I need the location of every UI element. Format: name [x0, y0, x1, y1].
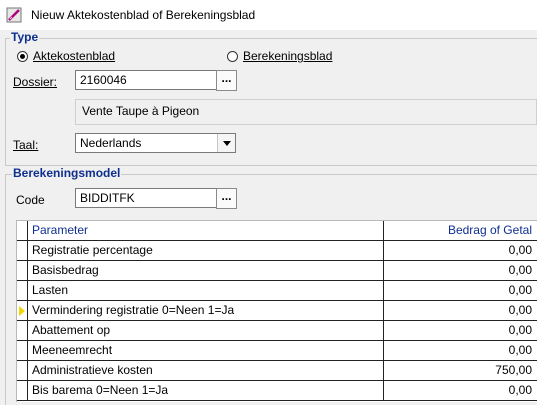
row-indicator[interactable] [17, 281, 28, 301]
app-icon [6, 7, 22, 23]
radio-unchecked-icon [227, 50, 238, 62]
radio-berekeningsblad[interactable]: Berekeningsblad [227, 49, 332, 63]
chevron-down-icon[interactable] [217, 134, 235, 152]
radio-aktekostenblad[interactable]: Aktekostenblad [17, 49, 115, 63]
type-group-title: Type [10, 30, 40, 44]
parameter-cell: Bis barema 0=Neen 1=Ja [28, 381, 384, 401]
table-row[interactable]: Bis barema 0=Neen 1=Ja 0,00 [17, 381, 537, 401]
title-bar: Nieuw Aktekostenblad of Berekeningsblad [0, 0, 537, 30]
code-input[interactable]: BIDDITFK [75, 188, 217, 208]
current-row-indicator-icon[interactable] [17, 301, 28, 321]
row-indicator[interactable] [17, 381, 28, 401]
bedrag-cell[interactable]: 0,00 [384, 301, 537, 321]
row-indicator[interactable] [17, 321, 28, 341]
window-title: Nieuw Aktekostenblad of Berekeningsblad [31, 8, 256, 22]
bedrag-cell[interactable]: 0,00 [384, 341, 537, 361]
parameter-cell: Lasten [28, 281, 384, 301]
bedrag-cell[interactable]: 750,00 [384, 361, 537, 381]
parameter-cell: Abattement op [28, 321, 384, 341]
table-row[interactable]: Abattement op 0,00 [17, 321, 537, 341]
grid-header-parameter[interactable]: Parameter [28, 221, 384, 241]
code-label: Code [16, 193, 45, 207]
dossier-label: Dossier: [13, 75, 58, 89]
table-row[interactable]: Basisbedrag 0,00 [17, 261, 537, 281]
grid-header-indicator [17, 221, 28, 241]
bedrag-cell[interactable]: 0,00 [384, 241, 537, 261]
taal-label: Taal: [13, 138, 39, 152]
bedrag-cell[interactable]: 0,00 [384, 281, 537, 301]
bedrag-cell[interactable]: 0,00 [384, 321, 537, 341]
dossier-browse-button[interactable]: ... [216, 70, 237, 91]
table-row[interactable]: Administratieve kosten 750,00 [17, 361, 537, 381]
table-row[interactable]: Registratie percentage 0,00 [17, 241, 537, 261]
radio-berekeningsblad-label: Berekeningsblad [243, 49, 333, 63]
row-indicator[interactable] [17, 241, 28, 261]
parameter-cell: Administratieve kosten [28, 361, 384, 381]
model-group-title: Berekeningsmodel [12, 166, 122, 180]
radio-checked-icon [17, 50, 28, 62]
bedrag-cell[interactable]: 0,00 [384, 381, 537, 401]
code-browse-button[interactable]: ... [216, 188, 237, 209]
row-indicator[interactable] [17, 261, 28, 281]
parameter-cell: Basisbedrag [28, 261, 384, 281]
radio-aktekostenblad-label: Aktekostenblad [33, 49, 116, 63]
bedrag-cell[interactable]: 0,00 [384, 261, 537, 281]
taal-value: Nederlands [80, 136, 142, 150]
parameter-cell: Vermindering registratie 0=Neen 1=Ja [28, 301, 384, 321]
row-indicator[interactable] [17, 361, 28, 381]
table-row[interactable]: Lasten 0,00 [17, 281, 537, 301]
table-row[interactable]: Meeneemrecht 0,00 [17, 341, 537, 361]
parameter-grid: Parameter Bedrag of Getal Registratie pe… [16, 220, 537, 402]
parameter-cell: Meeneemrecht [28, 341, 384, 361]
taal-select[interactable]: Nederlands [75, 133, 236, 153]
row-indicator[interactable] [17, 341, 28, 361]
dossier-description: Vente Taupe à Pigeon [75, 99, 537, 125]
grid-header-bedrag[interactable]: Bedrag of Getal [384, 221, 537, 241]
table-row[interactable]: Vermindering registratie 0=Neen 1=Ja 0,00 [17, 301, 537, 321]
dossier-input[interactable]: 2160046 [75, 70, 217, 90]
parameter-cell: Registratie percentage [28, 241, 384, 261]
